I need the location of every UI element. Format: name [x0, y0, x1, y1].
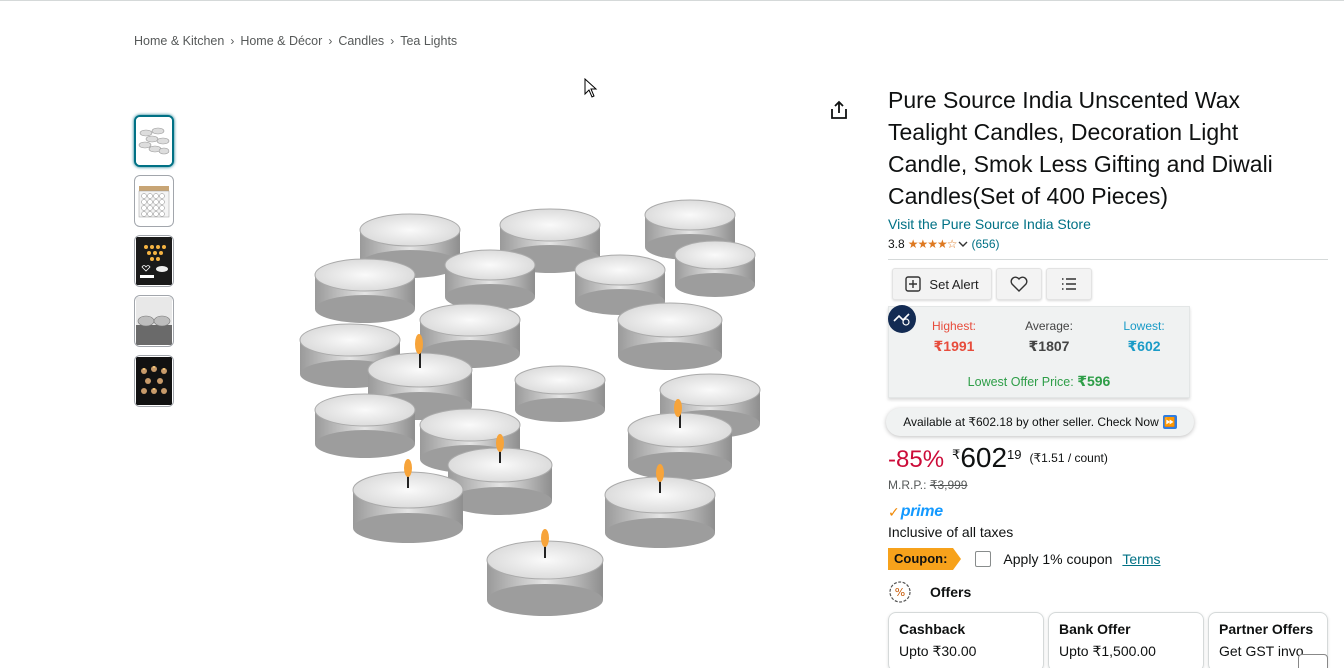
- set-alert-button[interactable]: Set Alert: [892, 268, 992, 300]
- divider: [888, 259, 1328, 260]
- plus-square-icon: [905, 276, 922, 292]
- discount-percent: -85%: [888, 446, 945, 473]
- availability-text: Available at ₹602.18 by other seller. Ch…: [903, 415, 1159, 429]
- thumbnail-list: [134, 115, 174, 415]
- top-border: [0, 0, 1344, 1]
- offer-cards: Cashback Upto ₹30.00 Bank Offer Upto ₹1,…: [888, 612, 1328, 668]
- mrp-value: ₹3,999: [929, 478, 968, 492]
- offer-card-bank-offer[interactable]: Bank Offer Upto ₹1,500.00: [1048, 612, 1204, 668]
- coupon-tag: Coupon:: [888, 548, 962, 570]
- tealight-box-thumb-icon: [136, 177, 172, 225]
- offers-title: Offers: [930, 584, 972, 600]
- offers-header: % Offers: [888, 580, 1328, 604]
- prime-check-icon: ✓: [888, 504, 900, 520]
- highest-label: Highest:: [931, 319, 977, 333]
- price-row: -85% ₹ 602 19 (₹1.51 / count): [888, 443, 1328, 474]
- lowest-offer-label: Lowest Offer Price:: [967, 375, 1074, 389]
- breadcrumb-home-decor[interactable]: Home & Décor: [240, 34, 322, 48]
- average-label: Average:: [1025, 319, 1073, 333]
- product-details-panel: Pure Source India Unscented Wax Tealight…: [886, 84, 1328, 668]
- breadcrumb: Home & Kitchen › Home & Décor › Candles …: [134, 34, 457, 48]
- offer-card-cashback[interactable]: Cashback Upto ₹30.00: [888, 612, 1044, 668]
- thumbnail-5[interactable]: [134, 355, 174, 407]
- offer-card-title: Bank Offer: [1059, 621, 1131, 637]
- tealight-pile-thumb-icon: [136, 117, 172, 165]
- price-fraction: 19: [1007, 447, 1022, 462]
- rating-row: 3.8 ★★★★☆ (656): [888, 237, 1328, 251]
- apply-coupon-checkbox[interactable]: [975, 551, 992, 567]
- highest-value: ₹1991: [933, 338, 975, 354]
- star-rating-icon[interactable]: ★★★★☆: [908, 237, 958, 251]
- thumbnail-4[interactable]: [134, 295, 174, 347]
- chevron-down-icon[interactable]: [958, 239, 968, 249]
- set-alert-label: Set Alert: [929, 276, 979, 292]
- price-history-panel: Highest: ₹1991 Average: ₹1807 Lowest: ₹6…: [888, 305, 1190, 398]
- highest-price: Highest: ₹1991: [909, 319, 999, 355]
- offers-next-button[interactable]: [1298, 654, 1328, 668]
- price-per-unit: (₹1.51 / count): [1029, 451, 1108, 465]
- main-product-image[interactable]: [290, 170, 780, 668]
- lowest-offer-price: Lowest Offer Price: ₹596: [889, 373, 1189, 390]
- list-button[interactable]: [1046, 268, 1092, 300]
- offer-card-title: Partner Offers: [1219, 621, 1314, 637]
- taxes-note: Inclusive of all taxes: [888, 524, 1014, 540]
- breadcrumb-candles[interactable]: Candles: [338, 34, 384, 48]
- lowest-value: ₹602: [1127, 338, 1161, 354]
- offer-card-subtitle: Upto ₹30.00: [899, 643, 977, 659]
- svg-text:%: %: [895, 586, 905, 599]
- price-whole: 602: [960, 442, 1008, 473]
- mouse-cursor-icon: [584, 78, 598, 98]
- lowest-offer-value: ₹596: [1077, 373, 1111, 389]
- breadcrumb-separator: ›: [390, 34, 395, 48]
- mrp-row: M.R.P.: ₹3,999: [888, 478, 1328, 492]
- product-title: Pure Source India Unscented Wax Tealight…: [888, 87, 1273, 209]
- breadcrumb-home-kitchen[interactable]: Home & Kitchen: [134, 34, 224, 48]
- currency-symbol: ₹: [952, 447, 961, 462]
- other-seller-check-now-button[interactable]: Available at ₹602.18 by other seller. Ch…: [886, 408, 1194, 436]
- store-link[interactable]: Visit the Pure Source India Store: [888, 216, 1328, 232]
- coupon-text: Apply 1% coupon: [1003, 551, 1113, 567]
- prime-badge[interactable]: ✓ prime: [888, 501, 1328, 521]
- thumbnail-2[interactable]: [134, 175, 174, 227]
- prime-label: prime: [900, 503, 943, 520]
- fast-forward-icon: ⏩: [1162, 415, 1177, 429]
- average-value: ₹1807: [1028, 338, 1070, 354]
- average-price: Average: ₹1807: [1004, 319, 1094, 355]
- coupon-row: Coupon: Apply 1% coupon Terms: [888, 548, 1328, 570]
- price-tracker-toolbar: Set Alert: [892, 268, 1328, 300]
- list-icon: [1062, 278, 1076, 290]
- wishlist-button[interactable]: [996, 268, 1042, 300]
- lowest-label: Lowest:: [1123, 319, 1165, 333]
- rating-value: 3.8: [888, 237, 905, 251]
- mrp-label: M.R.P.:: [888, 478, 927, 492]
- price-history-stats: Highest: ₹1991 Average: ₹1807 Lowest: ₹6…: [909, 319, 1189, 355]
- offer-percent-icon: %: [889, 581, 911, 603]
- share-icon[interactable]: [828, 99, 850, 121]
- offer-card-subtitle: Upto ₹1,500.00: [1059, 643, 1156, 659]
- thumbnail-3[interactable]: [134, 235, 174, 287]
- breadcrumb-tea-lights[interactable]: Tea Lights: [400, 34, 457, 48]
- offer-card-title: Cashback: [899, 621, 966, 637]
- review-count-link[interactable]: (656): [971, 237, 999, 251]
- heart-icon: [1010, 276, 1028, 292]
- lowest-price: Lowest: ₹602: [1099, 319, 1189, 355]
- lit-candles-thumb-icon: [136, 357, 172, 405]
- breadcrumb-separator: ›: [230, 34, 235, 48]
- tealight-closeup-thumb-icon: [136, 297, 172, 345]
- love-candles-thumb-icon: [136, 237, 172, 285]
- breadcrumb-separator: ›: [328, 34, 333, 48]
- thumbnail-1[interactable]: [134, 115, 174, 167]
- coupon-terms-link[interactable]: Terms: [1122, 551, 1160, 567]
